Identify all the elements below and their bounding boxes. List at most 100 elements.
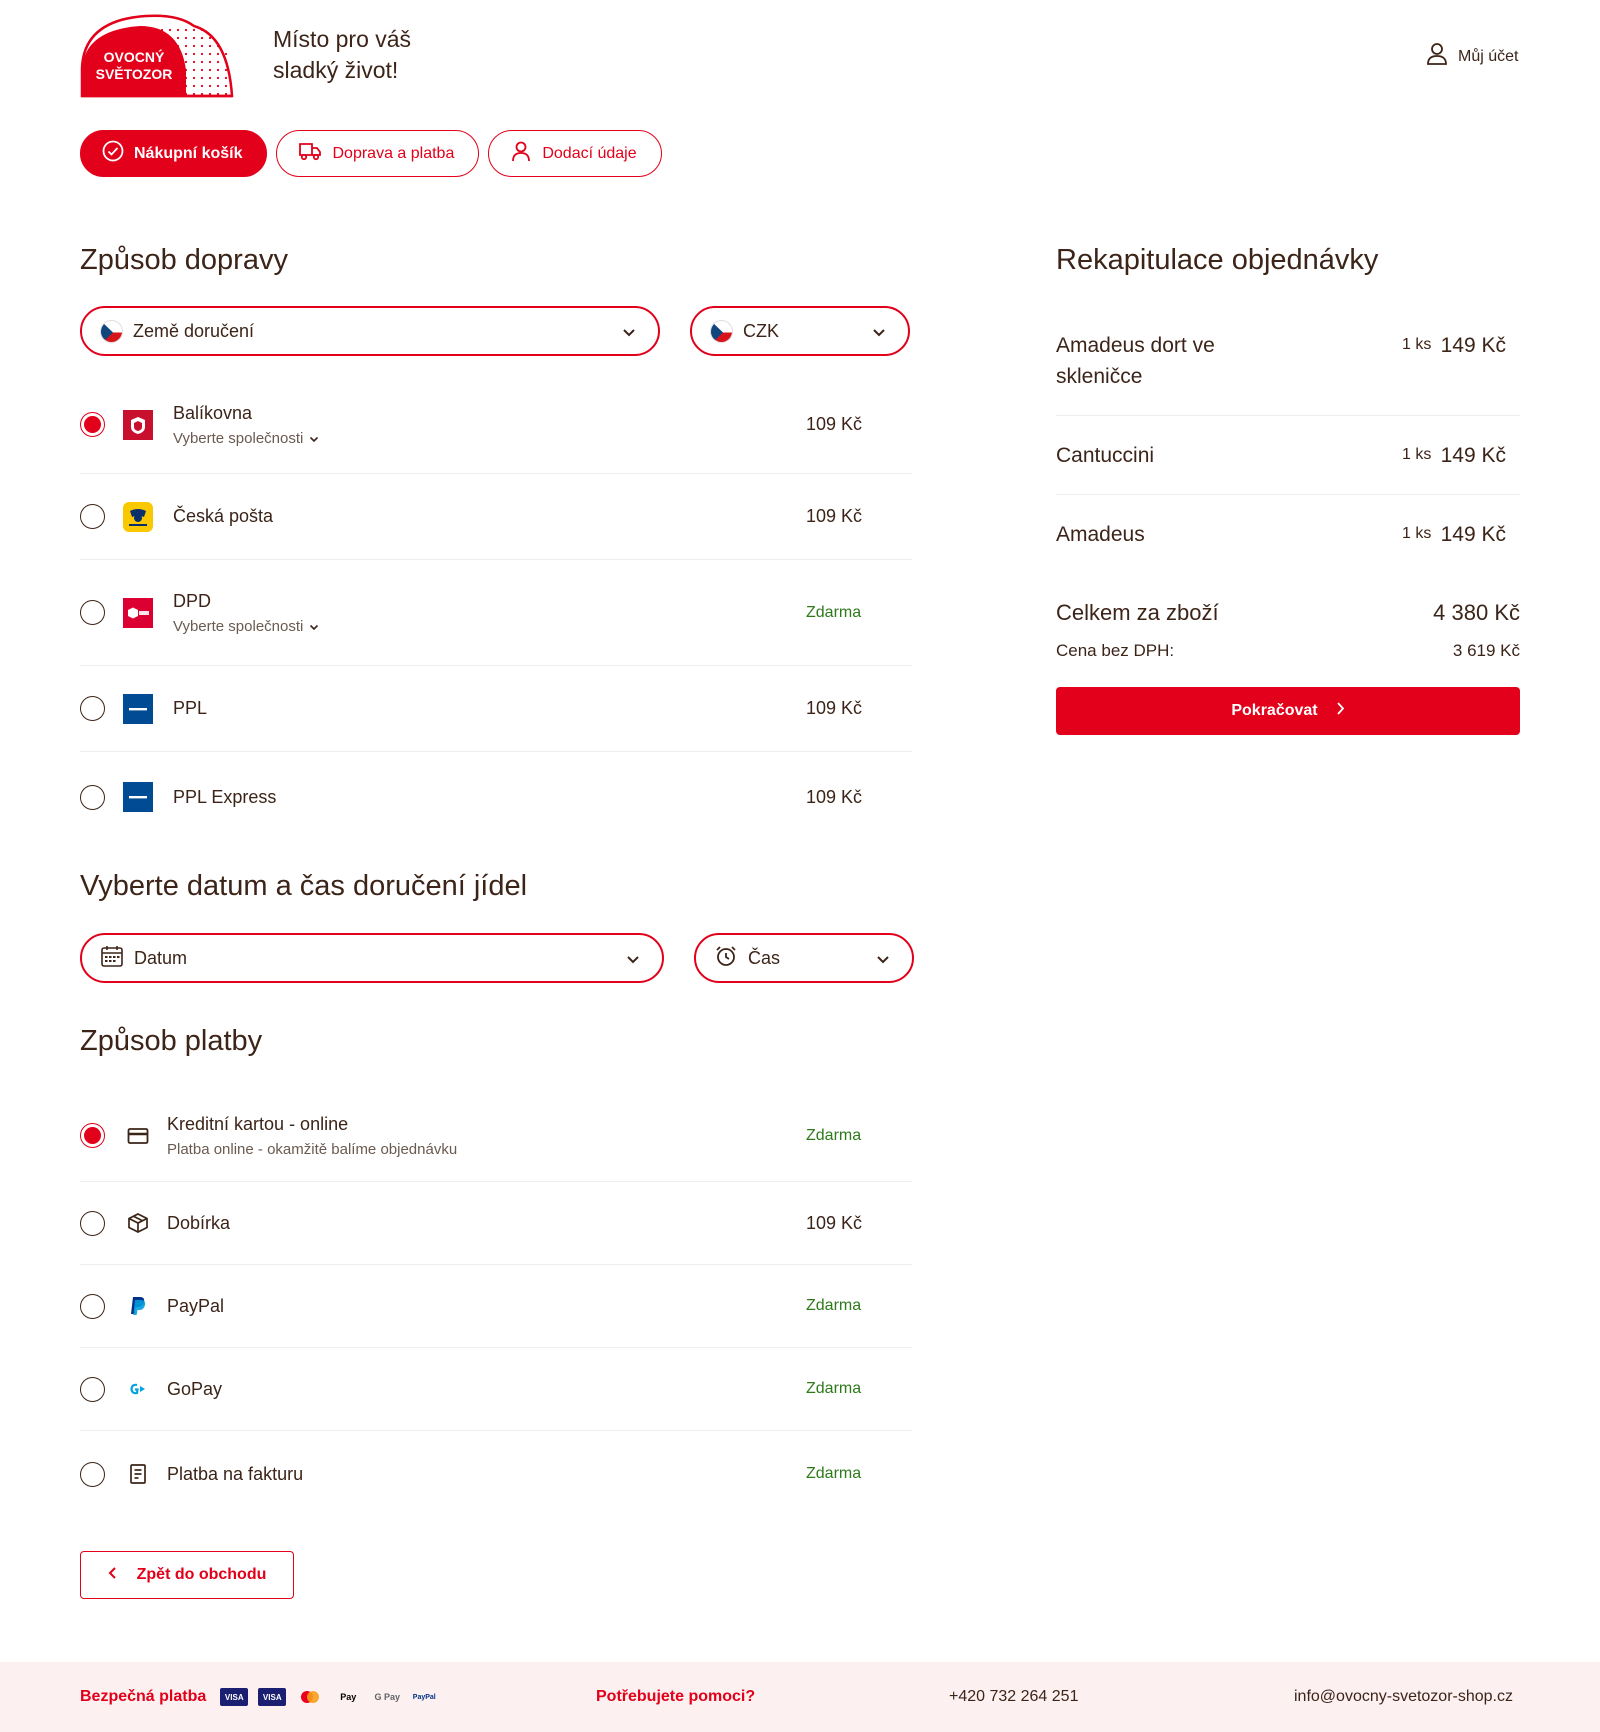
- time-select[interactable]: Čas: [694, 933, 914, 983]
- chevron-down-icon: [622, 321, 636, 342]
- payment-option-invoice[interactable]: Platba na fakturu Zdarma: [80, 1431, 912, 1517]
- shipping-title: Způsob dopravy: [80, 244, 288, 276]
- chevron-down-icon: [309, 618, 319, 635]
- chevron-left-icon: [108, 1566, 117, 1585]
- radio-cod[interactable]: [80, 1210, 105, 1236]
- account-label: Můj účet: [1458, 47, 1519, 65]
- shipping-price: 109 Kč: [806, 698, 863, 718]
- shipping-option-ceska-posta[interactable]: Česká pošta 109 Kč: [80, 474, 912, 560]
- shipping-name: PPL: [173, 698, 208, 718]
- summary-item: Amadeus dort ve skleničce 1 ks 149 Kč: [1056, 316, 1520, 416]
- summary-item: Cantuccini 1 ks 149 Kč: [1056, 416, 1520, 495]
- step-shipping-label: Doprava a platba: [332, 144, 455, 162]
- visa-logo: VISA: [258, 1688, 287, 1706]
- shipping-price: 109 Kč: [806, 414, 863, 434]
- radio-card[interactable]: [80, 1123, 105, 1148]
- date-select-label: Datum: [134, 947, 188, 968]
- czech-flag-icon: [710, 319, 733, 343]
- check-circle-icon: [102, 140, 124, 167]
- email-link[interactable]: info@ovocny-svetozor-shop.cz: [1294, 1662, 1513, 1732]
- continue-button-label: Pokračovat: [1231, 702, 1318, 719]
- currency-select[interactable]: CZK: [690, 306, 910, 356]
- payment-option-card[interactable]: Kreditní kartou - online Platba online -…: [80, 1090, 912, 1182]
- secure-payment-label: Bezpečná platba: [80, 1688, 207, 1705]
- summary-item-qty: 1 ks: [1402, 336, 1432, 353]
- shipping-option-dpd[interactable]: DPD Vyberte společnosti Zdarma: [80, 560, 912, 666]
- payment-description: Platba online - okamžitě balíme objednáv…: [167, 1140, 458, 1158]
- mastercard-logo: [296, 1688, 324, 1706]
- shipping-option-balikovna[interactable]: Balíkovna Vyberte společnosti 109 Kč: [80, 376, 912, 474]
- radio-invoice[interactable]: [80, 1461, 105, 1487]
- credit-card-icon: [123, 1121, 153, 1151]
- gopay-icon: [123, 1374, 153, 1404]
- alarm-clock-icon: [714, 944, 738, 973]
- tagline: Místo pro váš sladký život!: [273, 24, 411, 86]
- company-dropdown[interactable]: Vyberte společnosti: [173, 618, 806, 635]
- summary-item-price: 149 Kč: [1440, 444, 1506, 467]
- radio-ppl-express[interactable]: [80, 784, 105, 810]
- back-to-shop-button[interactable]: Zpět do obchodu: [80, 1551, 294, 1599]
- payment-name: Dobírka: [167, 1212, 231, 1233]
- shipping-price: 109 Kč: [806, 506, 863, 526]
- chevron-down-icon: [876, 948, 890, 969]
- shipping-option-ppl-express[interactable]: PPL Express 109 Kč: [80, 752, 912, 842]
- radio-balikovna[interactable]: [80, 412, 105, 437]
- shipping-name: Česká pošta: [173, 506, 274, 526]
- step-shipping-payment[interactable]: Doprava a platba: [276, 130, 480, 177]
- shipping-name: Balíkovna: [173, 402, 253, 423]
- chevron-right-icon: [1336, 701, 1345, 721]
- step-cart-label: Nákupní košík: [134, 144, 243, 162]
- dpd-logo: [123, 597, 153, 628]
- payment-option-paypal[interactable]: PayPal Zdarma: [80, 1265, 912, 1348]
- summary-net: Cena bez DPH: 3 619 Kč: [1056, 641, 1520, 661]
- brand-logo[interactable]: OVOCNÝ SVĚTOZOR: [80, 12, 234, 98]
- footer: Bezpečná platba VISA VISA Pay G Pay PayP…: [0, 1662, 1600, 1732]
- payment-option-gopay[interactable]: GoPay Zdarma: [80, 1348, 912, 1431]
- help-link[interactable]: Potřebujete pomoci?: [596, 1662, 755, 1732]
- back-button-label: Zpět do obchodu: [136, 1566, 267, 1583]
- summary-item-name: Amadeus: [1056, 523, 1145, 546]
- country-select-label: Země doručení: [133, 320, 255, 341]
- calendar-icon: [100, 944, 124, 973]
- company-dropdown[interactable]: Vyberte společnosti: [173, 430, 806, 447]
- tagline-line-1: Místo pro váš: [273, 26, 412, 52]
- step-delivery-details[interactable]: Dodací údaje: [488, 130, 662, 177]
- phone-link[interactable]: +420 732 264 251: [949, 1662, 1078, 1732]
- radio-dpd[interactable]: [80, 600, 105, 625]
- invoice-icon: [123, 1459, 153, 1489]
- country-select[interactable]: Země doručení: [80, 306, 660, 356]
- step-cart[interactable]: Nákupní košík: [80, 130, 268, 177]
- payment-price: 109 Kč: [806, 1212, 863, 1233]
- summary-item: Amadeus 1 ks 149 Kč: [1056, 495, 1520, 574]
- radio-paypal[interactable]: [80, 1293, 105, 1319]
- payment-title: Způsob platby: [80, 1025, 263, 1057]
- total-label: Celkem za zboží: [1056, 600, 1219, 625]
- summary-item-price: 149 Kč: [1440, 523, 1506, 546]
- radio-ceska-posta[interactable]: [80, 504, 105, 529]
- net-label: Cena bez DPH:: [1056, 641, 1175, 660]
- date-select[interactable]: Datum: [80, 933, 664, 983]
- account-link[interactable]: Můj účet: [1426, 42, 1518, 71]
- company-dropdown-label: Vyberte společnosti: [173, 429, 304, 447]
- currency-select-label: CZK: [743, 320, 779, 341]
- payment-price: Zdarma: [806, 1126, 862, 1144]
- payment-price: Zdarma: [806, 1297, 862, 1314]
- czech-flag-icon: [100, 319, 123, 343]
- total-value: 4 380 Kč: [1433, 600, 1520, 625]
- payment-name: Platba na fakturu: [167, 1463, 304, 1484]
- person-icon: [510, 140, 532, 167]
- summary-title: Rekapitulace objednávky: [1056, 244, 1379, 276]
- ppl-logo: [123, 782, 153, 812]
- shipping-option-ppl[interactable]: PPL 109 Kč: [80, 666, 912, 752]
- payment-price: Zdarma: [806, 1380, 862, 1397]
- brand-line-1: OVOCNÝ: [104, 48, 165, 65]
- delivery-time-title: Vyberte datum a čas doručení jídel: [80, 870, 528, 902]
- net-value: 3 619 Kč: [1452, 641, 1520, 660]
- radio-ppl[interactable]: [80, 696, 105, 721]
- continue-button[interactable]: Pokračovat: [1056, 687, 1520, 735]
- payment-name: GoPay: [167, 1378, 223, 1399]
- radio-gopay[interactable]: [80, 1376, 105, 1402]
- visa-logo: VISA: [220, 1688, 249, 1706]
- payment-option-cod[interactable]: Dobírka 109 Kč: [80, 1182, 912, 1265]
- summary-total: Celkem za zboží 4 380 Kč: [1056, 600, 1520, 626]
